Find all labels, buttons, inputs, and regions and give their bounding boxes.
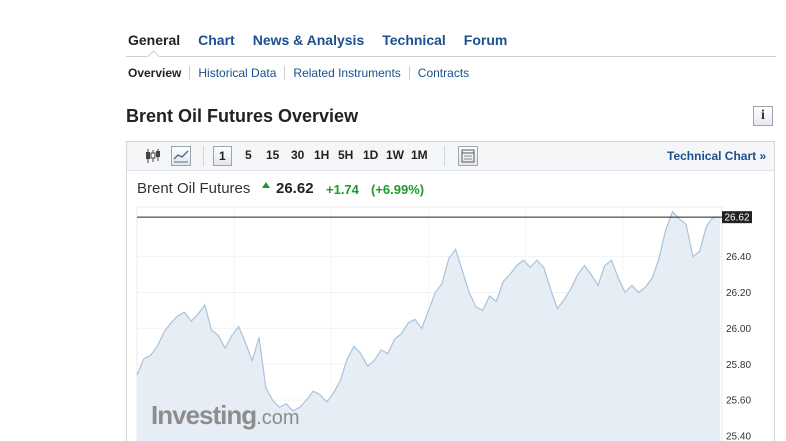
y-tick-label: 25.40 [726, 432, 751, 441]
y-tick-label: 25.60 [726, 396, 751, 407]
price-chart: 26.62 26.40 26.20 26.00 25.80 25.60 25.40 [136, 206, 752, 441]
y-tick-label: 25.80 [726, 360, 751, 371]
current-price-label: 26.62 [724, 213, 749, 224]
logo-brand: Investing [151, 400, 257, 430]
y-tick-label: 26.00 [726, 324, 751, 335]
y-tick-label: 26.20 [726, 288, 751, 299]
investing-logo: Investing.com [151, 400, 299, 431]
y-tick-label: 26.40 [726, 252, 751, 263]
logo-suffix: .com [256, 407, 300, 429]
y-axis-ticks: 26.40 26.20 26.00 25.80 25.60 25.40 [726, 252, 751, 441]
